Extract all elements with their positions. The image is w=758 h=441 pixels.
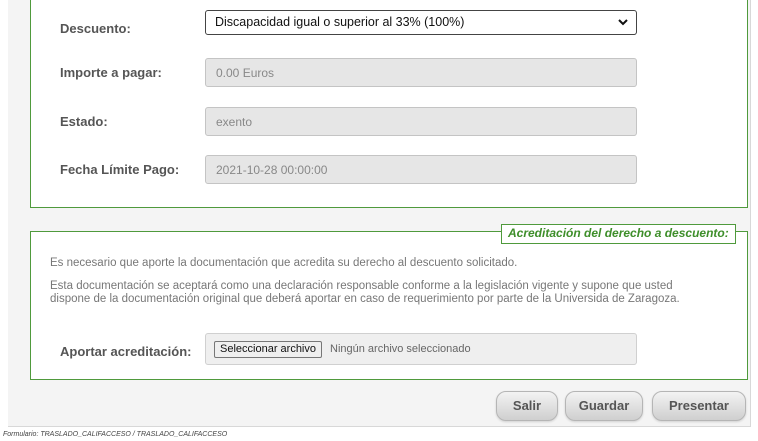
chevron-down-icon [618,19,628,26]
file-status-text: Ningún archivo seleccionado [330,343,471,355]
acreditacion-declaration-line2: dispone de la documentación original que… [50,293,680,305]
descuento-label: Descuento: [60,21,131,36]
importe-label: Importe a pagar: [60,65,162,80]
acreditacion-info-text: Es necesario que aporte la documentación… [50,257,518,269]
guardar-button[interactable]: Guardar [565,391,643,421]
estado-label: Estado: [60,114,108,129]
descuento-selected-value: Discapacidad igual o superior al 33% (10… [215,15,465,29]
descuento-select[interactable]: Discapacidad igual o superior al 33% (10… [205,10,637,35]
acreditacion-legend: Acreditación del derecho a descuento: [501,224,736,244]
select-file-button[interactable]: Seleccionar archivo [214,341,322,358]
presentar-button[interactable]: Presentar [652,391,746,421]
aportar-label: Aportar acreditación: [60,344,192,359]
file-upload-field: Seleccionar archivo Ningún archivo selec… [205,333,637,365]
importe-field[interactable]: 0.00 Euros [205,58,637,87]
form-id-footer: Formulario: TRASLADO_CALIFACCESO / TRASL… [3,431,228,438]
fecha-limite-field[interactable]: 2021-10-28 00:00:00 [205,155,637,184]
estado-field[interactable]: exento [205,107,637,136]
acreditacion-declaration-line1: Esta documentación se aceptará como una … [50,280,673,292]
salir-button[interactable]: Salir [496,391,558,421]
fecha-limite-label: Fecha Límite Pago: [60,162,180,177]
